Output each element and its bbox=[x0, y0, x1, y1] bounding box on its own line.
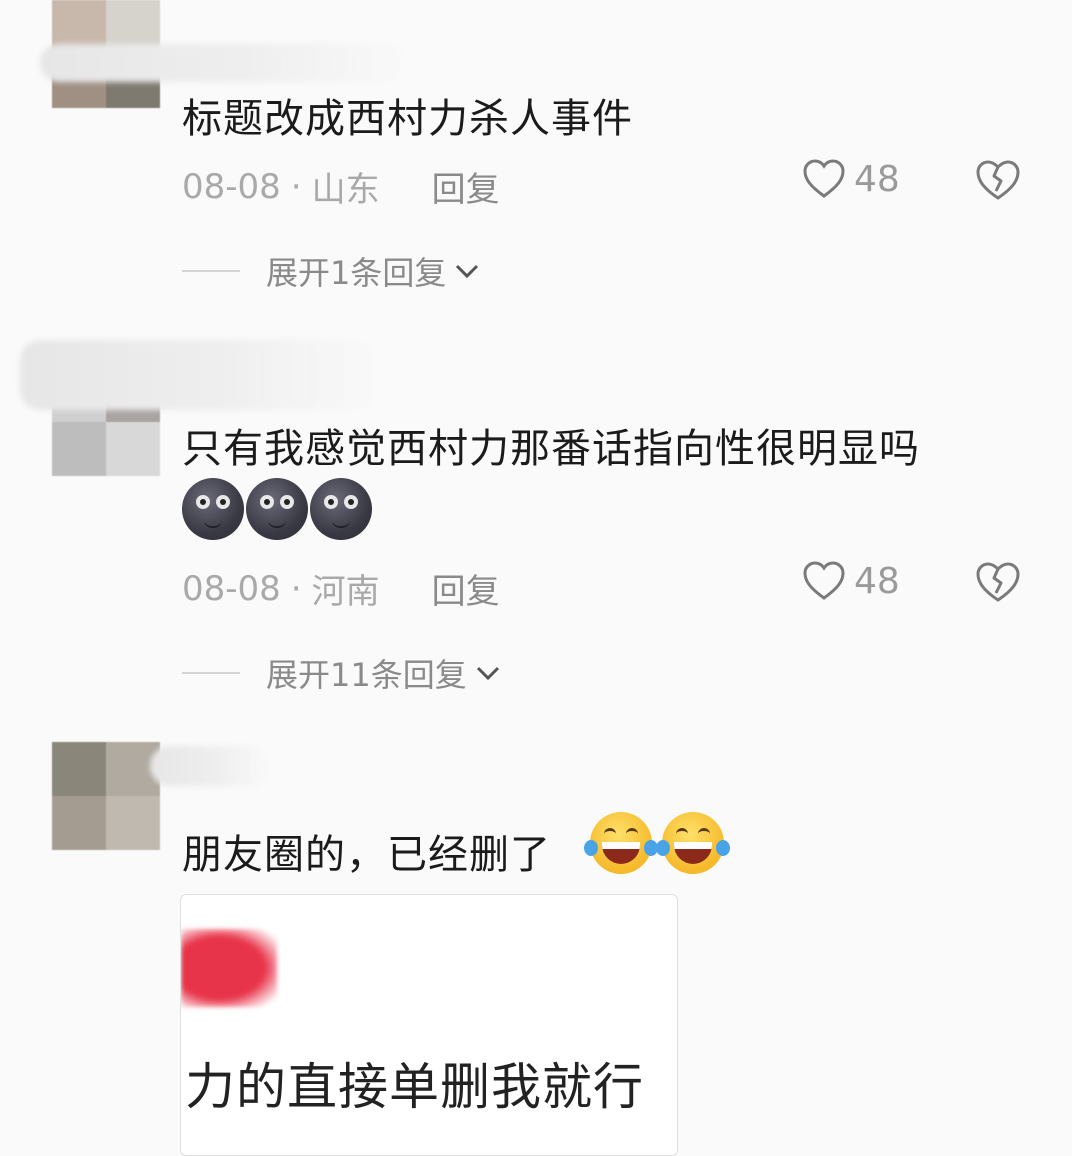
meta-separator: · bbox=[290, 568, 302, 609]
comment-meta: 08-08 · 河南 回复 bbox=[182, 564, 500, 613]
expand-replies-button[interactable]: 展开11条回复 bbox=[182, 650, 501, 696]
tears-of-joy-emoji bbox=[656, 812, 730, 874]
expand-label: 展开1条回复 bbox=[266, 254, 447, 292]
like-button[interactable]: 48 bbox=[802, 158, 900, 200]
heart-icon bbox=[803, 159, 845, 198]
image-attachment[interactable]: 力的直接单删我就行 bbox=[180, 894, 678, 1156]
dislike-button[interactable] bbox=[974, 158, 1022, 206]
dislike-button[interactable] bbox=[974, 560, 1022, 608]
comment-date: 08-08 bbox=[182, 166, 281, 207]
username-blurred[interactable] bbox=[150, 746, 270, 786]
divider-line bbox=[182, 270, 240, 272]
reply-button[interactable]: 回复 bbox=[432, 564, 500, 613]
reply-button[interactable]: 回复 bbox=[432, 162, 500, 211]
like-count: 48 bbox=[854, 158, 900, 200]
chevron-down-icon bbox=[456, 264, 479, 279]
image-caption-text: 力的直接单删我就行 bbox=[185, 1058, 644, 1116]
chevron-down-icon bbox=[476, 666, 499, 681]
new-moon-face-emoji bbox=[246, 478, 308, 540]
like-count: 48 bbox=[854, 560, 900, 602]
new-moon-face-emoji bbox=[182, 478, 244, 540]
new-moon-face-emoji bbox=[310, 478, 372, 540]
comment-text: 朋友圈的，已经删了 bbox=[182, 832, 551, 878]
comment-location: 山东 bbox=[311, 170, 380, 210]
expand-replies-button[interactable]: 展开1条回复 bbox=[182, 248, 480, 294]
red-scribble-mark bbox=[181, 929, 277, 1007]
comment-text: 只有我感觉西村力那番话指向性很明显吗 bbox=[182, 426, 920, 472]
expand-label: 展开11条回复 bbox=[266, 656, 467, 694]
meta-separator: · bbox=[290, 166, 302, 207]
heart-icon bbox=[803, 561, 845, 600]
username-blurred[interactable] bbox=[40, 44, 410, 82]
broken-heart-icon bbox=[976, 562, 1020, 602]
tears-of-joy-emoji bbox=[584, 812, 658, 874]
divider-line bbox=[182, 672, 240, 674]
emoji-row bbox=[584, 812, 730, 874]
comment-meta: 08-08 · 山东 回复 bbox=[182, 162, 500, 211]
emoji-row bbox=[182, 478, 372, 540]
comment-location: 河南 bbox=[311, 572, 380, 612]
broken-heart-icon bbox=[976, 160, 1020, 200]
comment-text: 标题改成西村力杀人事件 bbox=[182, 96, 633, 142]
like-button[interactable]: 48 bbox=[802, 560, 900, 602]
username-blurred[interactable] bbox=[20, 340, 380, 410]
avatar[interactable] bbox=[52, 742, 160, 850]
comment-date: 08-08 bbox=[182, 568, 281, 609]
